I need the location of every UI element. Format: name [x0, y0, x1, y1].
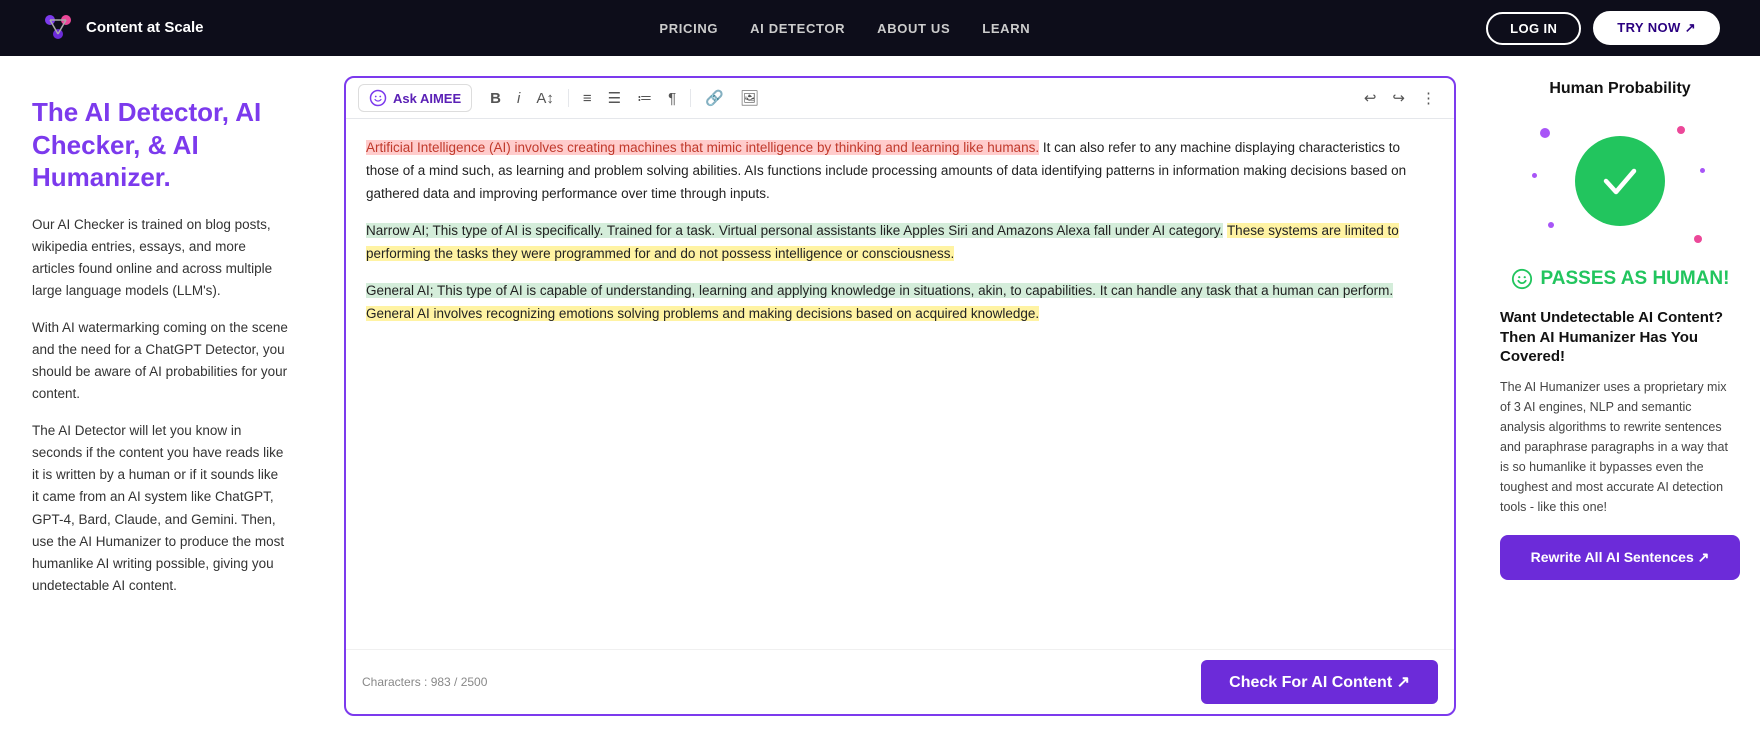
logo-link[interactable]: Content at Scale: [40, 10, 204, 46]
editor-container: Ask AIMEE B i A↕ ≡ ☰ ≔ ¶ 🔗 🖼 ↩ ↪ ⋮: [344, 76, 1456, 716]
decoration-dot-1: [1540, 128, 1550, 138]
passes-as-human-label: PASSES AS HUMAN!: [1500, 268, 1740, 290]
page-title: The AI Detector, AI Checker, & AI Humani…: [32, 96, 288, 194]
rewrite-all-sentences-button[interactable]: Rewrite All AI Sentences ↗: [1500, 535, 1740, 580]
font-size-button[interactable]: A↕: [530, 86, 560, 111]
logo-text: Content at Scale: [86, 19, 204, 37]
humanizer-description: The AI Humanizer uses a proprietary mix …: [1500, 377, 1740, 517]
text-segment-2a: Narrow AI; This type of AI is specifical…: [366, 223, 1223, 238]
toolbar-divider-2: [690, 89, 691, 107]
undo-button[interactable]: ↩: [1358, 85, 1383, 111]
text-segment-3b: General AI involves recognizing emotions…: [366, 306, 1039, 321]
login-button[interactable]: LOG IN: [1486, 12, 1581, 45]
nav-ai-detector[interactable]: AI DETECTOR: [750, 21, 845, 36]
link-button[interactable]: 🔗: [699, 85, 730, 111]
page-description: Our AI Checker is trained on blog posts,…: [32, 214, 288, 598]
desc-para-1: Our AI Checker is trained on blog posts,…: [32, 214, 288, 303]
editor-content[interactable]: Artificial Intelligence (AI) involves cr…: [346, 119, 1454, 649]
nav-about-us[interactable]: ABOUT US: [877, 21, 950, 36]
passes-check-circle: [1575, 136, 1665, 226]
editor-paragraph-2: Narrow AI; This type of AI is specifical…: [366, 220, 1434, 266]
list-button[interactable]: ≔: [631, 85, 658, 111]
desc-para-3: The AI Detector will let you know in sec…: [32, 420, 288, 598]
desc-para-2: With AI watermarking coming on the scene…: [32, 317, 288, 406]
humanizer-title: Want Undetectable AI Content? Then AI Hu…: [1500, 308, 1740, 367]
right-panel: Human Probability: [1480, 56, 1760, 736]
nav-learn[interactable]: LEARN: [982, 21, 1030, 36]
image-button[interactable]: 🖼: [734, 85, 765, 111]
center-panel: Ask AIMEE B i A↕ ≡ ☰ ≔ ¶ 🔗 🖼 ↩ ↪ ⋮: [320, 56, 1480, 736]
text-segment-3a: General AI; This type of AI is capable o…: [366, 283, 1393, 298]
text-segment-1a: Artificial Intelligence (AI) involves cr…: [366, 140, 1039, 155]
editor-paragraph-3: General AI; This type of AI is capable o…: [366, 280, 1434, 326]
left-panel: The AI Detector, AI Checker, & AI Humani…: [0, 56, 320, 736]
editor-footer: Characters : 983 / 2500 Check For AI Con…: [346, 649, 1454, 714]
decoration-dot-3: [1548, 222, 1554, 228]
nav-pricing[interactable]: PRICING: [659, 21, 718, 36]
align-center-button[interactable]: ☰: [602, 85, 627, 111]
ask-aimee-button[interactable]: Ask AIMEE: [358, 84, 472, 112]
redo-button[interactable]: ↪: [1386, 85, 1411, 111]
human-probability-title: Human Probability: [1500, 80, 1740, 98]
probability-visual: [1530, 118, 1710, 248]
decoration-dot-5: [1700, 168, 1705, 173]
editor-toolbar: Ask AIMEE B i A↕ ≡ ☰ ≔ ¶ 🔗 🖼 ↩ ↪ ⋮: [346, 78, 1454, 119]
more-options-button[interactable]: ⋮: [1415, 85, 1442, 111]
checkmark-icon: [1598, 159, 1642, 203]
decoration-dot-4: [1694, 235, 1702, 243]
italic-button[interactable]: i: [511, 86, 526, 111]
aimee-icon: [369, 89, 387, 107]
toolbar-divider-1: [568, 89, 569, 107]
bold-button[interactable]: B: [484, 86, 507, 111]
paragraph-button[interactable]: ¶: [662, 86, 682, 111]
char-count: Characters : 983 / 2500: [362, 675, 487, 689]
decoration-dot-6: [1532, 173, 1537, 178]
decoration-dot-2: [1677, 126, 1685, 134]
check-ai-content-button[interactable]: Check For AI Content ↗: [1201, 660, 1438, 704]
align-left-button[interactable]: ≡: [577, 86, 598, 111]
try-now-button[interactable]: TRY NOW ↗: [1593, 11, 1720, 45]
editor-paragraph-1: Artificial Intelligence (AI) involves cr…: [366, 137, 1434, 206]
smiley-icon: [1511, 268, 1533, 290]
